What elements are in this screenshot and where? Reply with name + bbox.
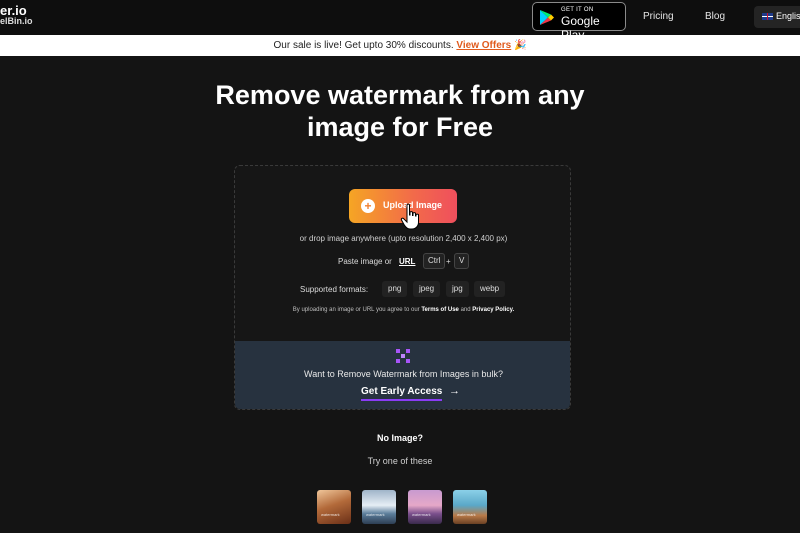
hand-pointer-icon <box>400 203 419 230</box>
terms-of-use-link[interactable]: Terms of Use <box>421 307 459 313</box>
sample-image-food[interactable]: watermark <box>317 490 351 524</box>
get-early-access-link[interactable]: Get Early Access <box>361 386 443 401</box>
bulk-question: Want to Remove Watermark from Images in … <box>304 369 503 379</box>
ctrl-key: Ctrl <box>423 253 446 269</box>
no-image-heading: No Image? <box>376 433 423 443</box>
key-plus: + <box>446 257 451 266</box>
nav-pricing-link[interactable]: Pricing <box>643 11 674 22</box>
url-link[interactable]: URL <box>399 257 415 266</box>
top-navbar: er.io elBin.io GET IT ON Google Play Pri… <box>0 0 800 42</box>
google-play-badge[interactable]: GET IT ON Google Play <box>532 2 626 42</box>
language-selector[interactable]: English <box>754 6 800 28</box>
sample-watermark: watermark <box>366 512 385 517</box>
uk-flag-icon <box>762 13 773 20</box>
formats-label: Supported formats: <box>300 285 369 294</box>
promo-banner: Our sale is live! Get upto 30% discounts… <box>0 35 800 56</box>
sample-watermark: watermark <box>457 512 476 517</box>
logo-text-primary: er.io <box>0 3 27 18</box>
hero-title-line1: Remove watermark from any <box>215 80 585 110</box>
format-badge: webp <box>474 281 506 297</box>
drop-hint-text: or drop image anywhere (upto resolution … <box>299 234 508 243</box>
try-samples-text: Try one of these <box>367 456 433 466</box>
party-popper-icon: 🎉 <box>514 40 527 51</box>
hero-title-line2: image for Free <box>306 112 494 142</box>
privacy-policy-link[interactable]: Privacy Policy. <box>472 307 514 313</box>
promo-text: Our sale is live! Get upto 30% discounts… <box>273 40 454 51</box>
nav-blog-link[interactable]: Blog <box>705 11 725 22</box>
sample-image-mountain[interactable]: watermark <box>362 490 396 524</box>
bulk-promo: Want to Remove Watermark from Images in … <box>235 341 570 409</box>
bulk-grid-icon <box>396 349 410 363</box>
format-badge: png <box>382 281 408 297</box>
sample-watermark: watermark <box>321 512 340 517</box>
badge-small-text: GET IT ON <box>561 7 594 13</box>
terms-notice: By uploading an image or URL you agree t… <box>235 307 570 313</box>
upload-card[interactable]: + Upload Image or drop image anywhere (u… <box>234 165 571 410</box>
arrow-right-icon: → <box>449 385 460 397</box>
logo-text-secondary: elBin.io <box>0 16 33 26</box>
sample-image-pier[interactable]: watermark <box>453 490 487 524</box>
site-logo[interactable]: er.io elBin.io <box>0 3 40 27</box>
language-label: English <box>776 11 800 21</box>
terms-prefix: By uploading an image or URL you agree t… <box>292 307 420 313</box>
sample-watermark: watermark <box>412 512 431 517</box>
paste-label: Paste image or <box>338 257 392 266</box>
google-play-icon <box>540 10 554 25</box>
v-key: V <box>454 253 470 269</box>
plus-icon: + <box>361 199 375 213</box>
format-badge: jpg <box>446 281 469 297</box>
terms-and: and <box>460 307 471 313</box>
format-badge: jpeg <box>413 281 441 297</box>
view-offers-link[interactable]: View Offers <box>456 40 511 51</box>
sample-image-lake[interactable]: watermark <box>408 490 442 524</box>
